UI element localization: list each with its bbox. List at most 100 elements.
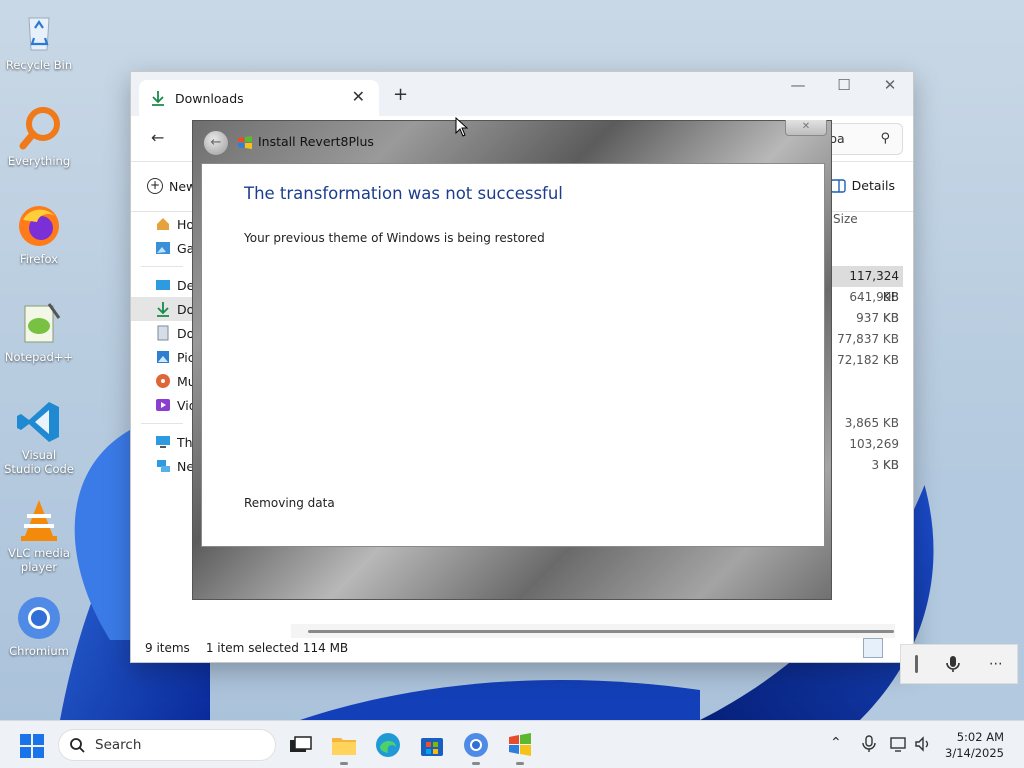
table-row[interactable]: 3,865 KB (831, 413, 903, 434)
microphone-icon[interactable] (862, 735, 876, 753)
taskbar-chromium[interactable] (462, 731, 490, 765)
plus-circle-icon: + (147, 178, 163, 194)
scrollbar-thumb[interactable] (308, 630, 894, 633)
taskbar-search[interactable]: Search (58, 729, 276, 761)
desktop-chromium[interactable]: Chromium (4, 594, 74, 658)
close-window-button[interactable]: ✕ (867, 76, 913, 94)
desktop-everything[interactable]: Everything (4, 104, 74, 168)
nav-item-downloads[interactable]: Downloads (131, 297, 193, 321)
new-button[interactable]: + New (147, 178, 196, 194)
taskbar-edge[interactable] (374, 731, 402, 759)
recycle-bin-icon (15, 8, 63, 56)
details-view-icon[interactable] (863, 638, 883, 658)
taskbar-installer[interactable] (506, 731, 534, 765)
table-row[interactable]: 72,182 KB (831, 350, 903, 371)
dialog-close-button[interactable]: ✕ (785, 120, 827, 136)
status-selection: 1 item selected (205, 641, 299, 655)
new-tab-button[interactable]: + (393, 84, 408, 105)
size-column-header[interactable]: Size (831, 212, 903, 228)
table-row[interactable]: 3 KB (831, 455, 903, 476)
explorer-tab-bar: Downloads ✕ + — ☐ ✕ (131, 72, 913, 116)
more-options-icon[interactable]: ⋯ (989, 656, 1003, 672)
desktop-icon-label: VLC media player (8, 546, 70, 574)
nav-label: Home (177, 216, 193, 232)
status-item-count: 9 items (145, 641, 190, 655)
chromium-icon (464, 733, 488, 757)
vscode-icon (15, 398, 63, 446)
voice-typing-bar: ⋯ (900, 644, 1018, 684)
search-icon (70, 738, 85, 753)
minimize-button[interactable]: — (775, 76, 821, 94)
back-arrow-icon[interactable]: ← (203, 130, 229, 156)
nav-item-videos[interactable]: Videos (131, 393, 193, 417)
desktop-icon-label: Chromium (9, 644, 69, 658)
desktop-vscode[interactable]: Visual Studio Code (4, 398, 74, 476)
table-row[interactable]: 77,837 KB (831, 329, 903, 350)
taskbar-task-view[interactable] (286, 731, 314, 759)
gallery-icon (156, 242, 170, 254)
desktop-icon-label: Recycle Bin (5, 58, 73, 72)
this-pc-icon (156, 436, 170, 448)
navigation-pane: Home Gallery Desktop Downloads Documents… (131, 212, 193, 478)
desktop-icon-label: Everything (7, 154, 71, 168)
mouse-cursor-icon (455, 117, 469, 137)
table-row[interactable]: 937 KB (831, 308, 903, 329)
table-row[interactable]: 103,269 KB (831, 434, 903, 472)
nav-item-gallery[interactable]: Gallery (131, 236, 193, 260)
microphone-icon[interactable] (946, 655, 961, 673)
tab-downloads[interactable]: Downloads ✕ (139, 80, 379, 116)
windows-flag-icon (238, 136, 252, 149)
taskbar-store[interactable] (418, 731, 446, 759)
dialog-title: Install Revert8Plus (258, 134, 374, 149)
table-row[interactable]: 641,998 KB (831, 287, 903, 325)
desktop-notepadpp[interactable]: Notepad++ (4, 300, 74, 364)
desktop-folder-icon (156, 280, 170, 290)
nav-label: Pictures (177, 349, 193, 365)
drag-handle[interactable] (915, 655, 919, 673)
vlc-icon (15, 496, 63, 544)
tab-title: Downloads (175, 90, 244, 106)
size-column: Size 117,324 KB 641,998 KB 937 KB 77,837… (831, 212, 903, 476)
download-icon (157, 302, 169, 317)
close-tab-icon[interactable]: ✕ (352, 87, 365, 106)
details-pane-icon (829, 178, 846, 193)
installer-dialog: ← Install Revert8Plus ✕ The transformati… (192, 120, 832, 600)
everything-search-icon (15, 104, 63, 152)
chromium-icon (15, 594, 63, 642)
desktop-recycle-bin[interactable]: Recycle Bin (4, 8, 74, 72)
taskbar-file-explorer[interactable] (330, 731, 358, 765)
music-icon (156, 374, 170, 388)
nav-label: Gallery (177, 240, 193, 256)
nav-item-music[interactable]: Music (131, 369, 193, 393)
home-icon (157, 218, 169, 230)
chevron-up-icon[interactable]: ⌃ (830, 735, 842, 751)
network-icon (157, 460, 170, 472)
nav-label: Network (177, 458, 193, 474)
nav-label: Downloads (177, 301, 193, 317)
nav-item-network[interactable]: Network (131, 454, 193, 478)
table-row[interactable]: 117,324 KB (831, 266, 903, 304)
maximize-button[interactable]: ☐ (821, 76, 867, 94)
nav-item-pictures[interactable]: Pictures (131, 345, 193, 369)
desktop-vlc[interactable]: VLC media player (4, 496, 74, 574)
back-arrow-icon[interactable]: ← (151, 128, 164, 147)
nav-item-home[interactable]: Home (131, 212, 193, 236)
nav-label: Documents (177, 325, 193, 341)
desktop-icon-label: Notepad++ (4, 350, 74, 364)
desktop-icon-label: Visual Studio Code (4, 448, 74, 476)
store-icon (421, 738, 443, 756)
nav-label: Videos (177, 397, 193, 413)
system-clock[interactable]: 5:02 AM 3/14/2025 (945, 729, 1004, 761)
details-button[interactable]: Details (829, 178, 895, 193)
task-view-icon (290, 736, 312, 752)
clock-time: 5:02 AM (956, 730, 1004, 744)
nav-item-desktop[interactable]: Desktop (131, 273, 193, 297)
status-size: 114 MB (302, 641, 349, 655)
nav-label: Music (177, 373, 193, 389)
volume-icon[interactable] (914, 736, 932, 752)
desktop-firefox[interactable]: Firefox (4, 202, 74, 266)
network-status-icon[interactable] (890, 736, 908, 752)
start-windows-icon[interactable] (20, 734, 44, 758)
nav-item-documents[interactable]: Documents (131, 321, 193, 345)
nav-item-this-pc[interactable]: This PC (131, 430, 193, 454)
